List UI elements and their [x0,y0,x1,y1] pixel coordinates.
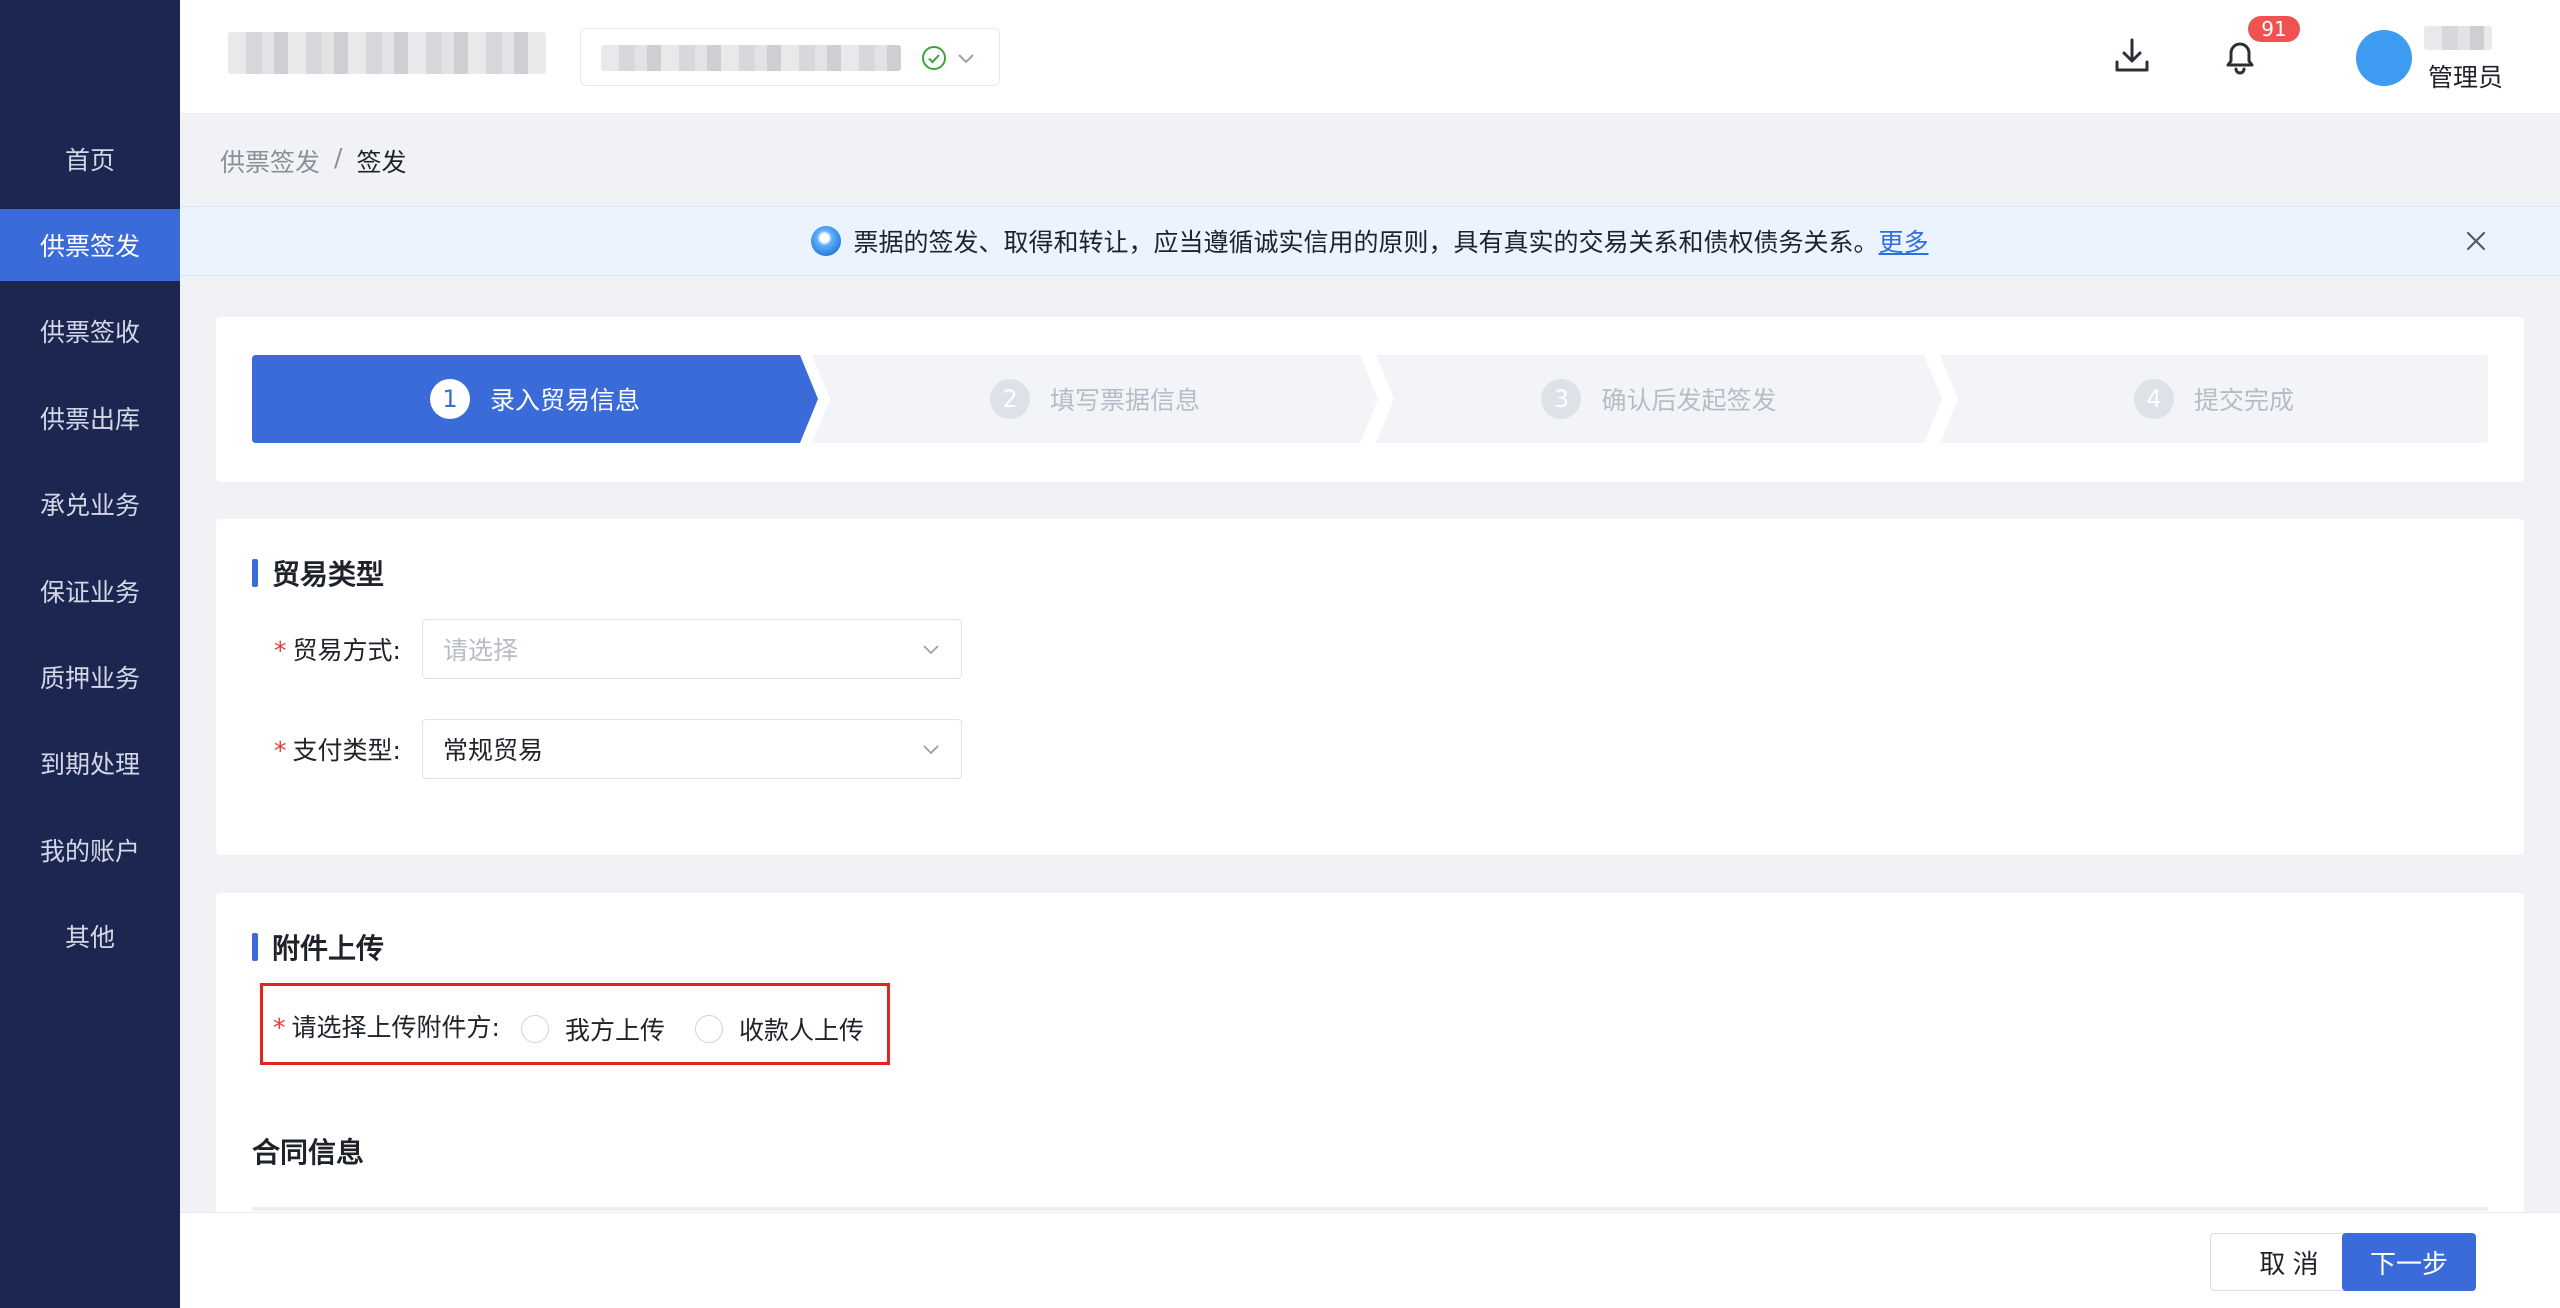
info-icon [811,226,842,256]
sidebar-item-ticket-issue[interactable]: 供票签发 [0,209,180,281]
payment-type-value: 常规贸易 [443,736,544,765]
section-title-text: 贸易类型 [272,558,385,591]
step-number: 4 [2133,379,2174,419]
chevron-down-icon [923,645,939,655]
notice-banner: 票据的签发、取得和转让，应当遵循诚实信用的原则，具有真实的交易关系和债权债务关系… [180,206,2560,276]
payment-type-label-text: 支付类型: [292,736,401,765]
radio-self-upload-label: 我方上传 [565,1016,666,1045]
breadcrumb-separator: / [334,143,343,172]
step-2: 2 填写票据信息 [812,355,1378,443]
sidebar-item-label: 质押业务 [39,664,140,693]
required-mark: * [274,636,287,665]
user-role: 管理员 [2428,63,2504,92]
trade-type-title: 贸易类型 [252,553,384,593]
required-mark: * [273,1013,286,1042]
breadcrumb-parent[interactable]: 供票签发 [220,143,320,179]
title-accent-bar [252,933,258,961]
radio-circle[interactable] [521,1015,549,1043]
chevron-down-icon [923,745,939,755]
step-label: 提交完成 [2193,386,2294,415]
payment-type-select[interactable]: 常规贸易 [422,719,962,779]
step-label: 填写票据信息 [1049,386,1200,415]
sidebar-item-acceptance[interactable]: 承兑业务 [0,468,180,540]
uploader-label: * 请选择上传附件方: [273,1008,500,1044]
check-circle-icon [922,46,946,70]
notification-badge: 91 [2248,16,2300,42]
next-step-button[interactable]: 下一步 [2342,1233,2476,1291]
radio-payee-upload-label: 收款人上传 [739,1016,865,1045]
sidebar-item-ticket-receive[interactable]: 供票签收 [0,295,180,367]
blurred-organization-name [601,45,901,71]
required-mark: * [274,736,287,765]
contract-info-title: 合同信息 [252,1136,365,1169]
sidebar-item-label: 供票出库 [39,405,140,434]
sidebar-item-other[interactable]: 其他 [0,900,180,972]
sidebar-item-label: 其他 [64,923,115,952]
sidebar-item-label: 我的账户 [39,837,140,866]
step-number: 1 [429,379,470,419]
sidebar-item-label: 供票签发 [39,232,140,261]
trade-method-label-text: 贸易方式: [292,636,401,665]
notice-text: 票据的签发、取得和转让，应当遵循诚实信用的原则，具有真实的交易关系和债权债务关系… [853,228,1879,257]
sidebar-item-maturity[interactable]: 到期处理 [0,727,180,799]
step-4: 4 提交完成 [1940,355,2488,443]
sidebar-item-ticket-outbound[interactable]: 供票出库 [0,382,180,454]
step-label: 确认后发起签发 [1601,386,1777,415]
notice-more-link[interactable]: 更多 [1879,223,1929,259]
radio-payee-upload[interactable]: 收款人上传 [695,1011,864,1047]
sidebar-item-guarantee[interactable]: 保证业务 [0,555,180,627]
step-label: 录入贸易信息 [489,386,640,415]
step-1: 1 录入贸易信息 [252,355,818,443]
section-title-text: 附件上传 [272,932,385,965]
organization-select[interactable] [580,28,1000,86]
top-header: 91 管理员 [180,0,2560,114]
steps-card: 1 录入贸易信息 2 填写票据信息 3 确认后发起签发 4 提交完成 [216,317,2524,482]
breadcrumb-current: 签发 [356,148,407,177]
footer-action-bar: 取 消 下一步 [180,1212,2560,1308]
uploader-label-text: 请选择上传附件方: [291,1013,500,1042]
sidebar-item-label: 承兑业务 [39,491,140,520]
sidebar-item-label: 保证业务 [39,578,140,607]
uploader-highlight-box: * 请选择上传附件方: 我方上传 收款人上传 [260,983,890,1065]
trade-method-placeholder: 请选择 [443,636,519,665]
blurred-user-name [2424,26,2492,50]
sidebar-item-pledge[interactable]: 质押业务 [0,641,180,713]
breadcrumb: 供票签发 / 签发 [220,143,406,179]
sidebar: 首页 供票签发 供票签收 供票出库 承兑业务 保证业务 质押业务 到期处理 我的… [0,0,180,1308]
sidebar-item-label: 到期处理 [39,750,140,779]
sidebar-item-account[interactable]: 我的账户 [0,814,180,886]
avatar[interactable] [2356,30,2412,86]
attachment-title: 附件上传 [252,927,384,967]
sidebar-item-label: 首页 [64,146,115,175]
chevron-down-icon [958,54,974,64]
radio-circle[interactable] [695,1015,723,1043]
step-number: 2 [989,379,1030,419]
trade-method-label: * 贸易方式: [274,631,401,667]
blurred-company-name [228,32,546,74]
trade-type-card: 贸易类型 * 贸易方式: 请选择 * 支付类型: 常规贸易 [216,519,2524,855]
sidebar-item-home[interactable]: 首页 [0,123,180,195]
title-accent-bar [252,559,258,587]
radio-self-upload[interactable]: 我方上传 [521,1011,665,1047]
download-icon[interactable] [2110,34,2154,78]
contract-table-top [252,1207,2488,1211]
payment-type-label: * 支付类型: [274,731,401,767]
close-icon[interactable] [2464,229,2488,253]
step-3: 3 确认后发起签发 [1376,355,1942,443]
trade-method-select[interactable]: 请选择 [422,619,962,679]
sidebar-item-label: 供票签收 [39,318,140,347]
